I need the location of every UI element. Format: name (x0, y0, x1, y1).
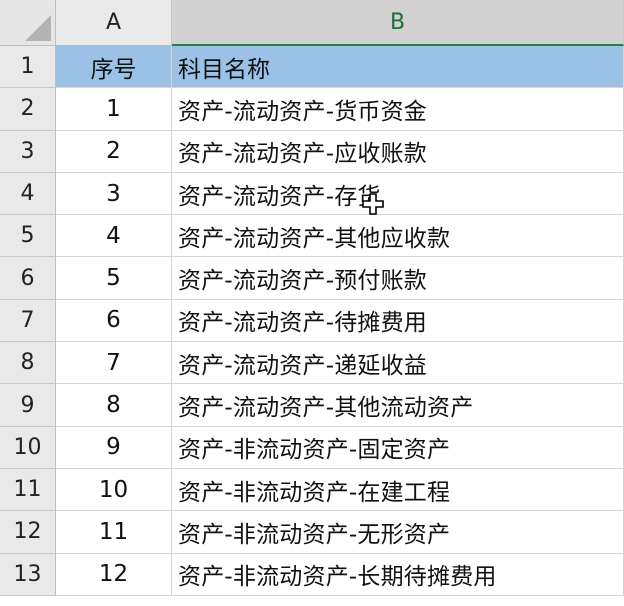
name-cell[interactable]: 资产-流动资产-递延收益 (172, 342, 624, 385)
name-cell[interactable]: 资产-非流动资产-在建工程 (172, 468, 624, 512)
row-header[interactable]: 12 (0, 511, 56, 554)
name-cell[interactable]: 资产-流动资产-货币资金 (172, 88, 624, 131)
column-header-b[interactable]: B (172, 0, 624, 46)
spreadsheet-grid: A B 1 序号 科目名称 2 1 资产-流动资产-货币资金 3 2 资产-流动… (0, 0, 624, 606)
seq-cell[interactable]: 8 (56, 384, 172, 427)
seq-cell[interactable]: 9 (56, 426, 172, 469)
name-cell[interactable]: 资产-流动资产-存货 (172, 172, 624, 216)
name-cell[interactable]: 资产-流动资产-其他应收款 (172, 215, 624, 258)
seq-cell[interactable]: 5 (56, 257, 172, 300)
row-header[interactable]: 8 (0, 342, 56, 385)
name-cell[interactable]: 资产-流动资产-其他流动资产 (172, 384, 624, 427)
seq-cell[interactable]: 1 (56, 88, 172, 131)
seq-cell[interactable]: 10 (56, 468, 172, 512)
row-header[interactable]: 2 (0, 88, 56, 131)
row-header[interactable]: 7 (0, 299, 56, 343)
seq-cell[interactable]: 4 (56, 215, 172, 258)
column-header-a[interactable]: A (56, 0, 172, 46)
row-header[interactable]: 13 (0, 553, 56, 596)
name-cell[interactable]: 资产-流动资产-应收账款 (172, 130, 624, 173)
select-all-triangle-icon (25, 15, 51, 41)
row-header[interactable]: 11 (0, 468, 56, 512)
row-header[interactable]: 1 (0, 46, 56, 89)
row-header[interactable]: 6 (0, 257, 56, 300)
seq-cell[interactable]: 12 (56, 553, 172, 596)
row-header[interactable]: 5 (0, 215, 56, 258)
name-cell[interactable]: 资产-非流动资产-长期待摊费用 (172, 553, 624, 596)
header-cell-name[interactable]: 科目名称 (172, 46, 624, 89)
seq-cell[interactable]: 6 (56, 299, 172, 343)
header-cell-seq[interactable]: 序号 (56, 46, 172, 89)
row-header[interactable]: 3 (0, 130, 56, 173)
select-all-corner[interactable] (0, 0, 56, 46)
seq-cell[interactable]: 3 (56, 172, 172, 216)
name-cell[interactable]: 资产-非流动资产-固定资产 (172, 426, 624, 469)
seq-cell[interactable]: 11 (56, 511, 172, 554)
row-header[interactable]: 10 (0, 426, 56, 469)
name-cell[interactable]: 资产-流动资产-待摊费用 (172, 299, 624, 343)
seq-cell[interactable]: 2 (56, 130, 172, 173)
name-cell[interactable]: 资产-非流动资产-无形资产 (172, 511, 624, 554)
row-header[interactable]: 9 (0, 384, 56, 427)
name-cell[interactable]: 资产-流动资产-预付账款 (172, 257, 624, 300)
seq-cell[interactable]: 7 (56, 342, 172, 385)
row-header[interactable]: 4 (0, 172, 56, 216)
